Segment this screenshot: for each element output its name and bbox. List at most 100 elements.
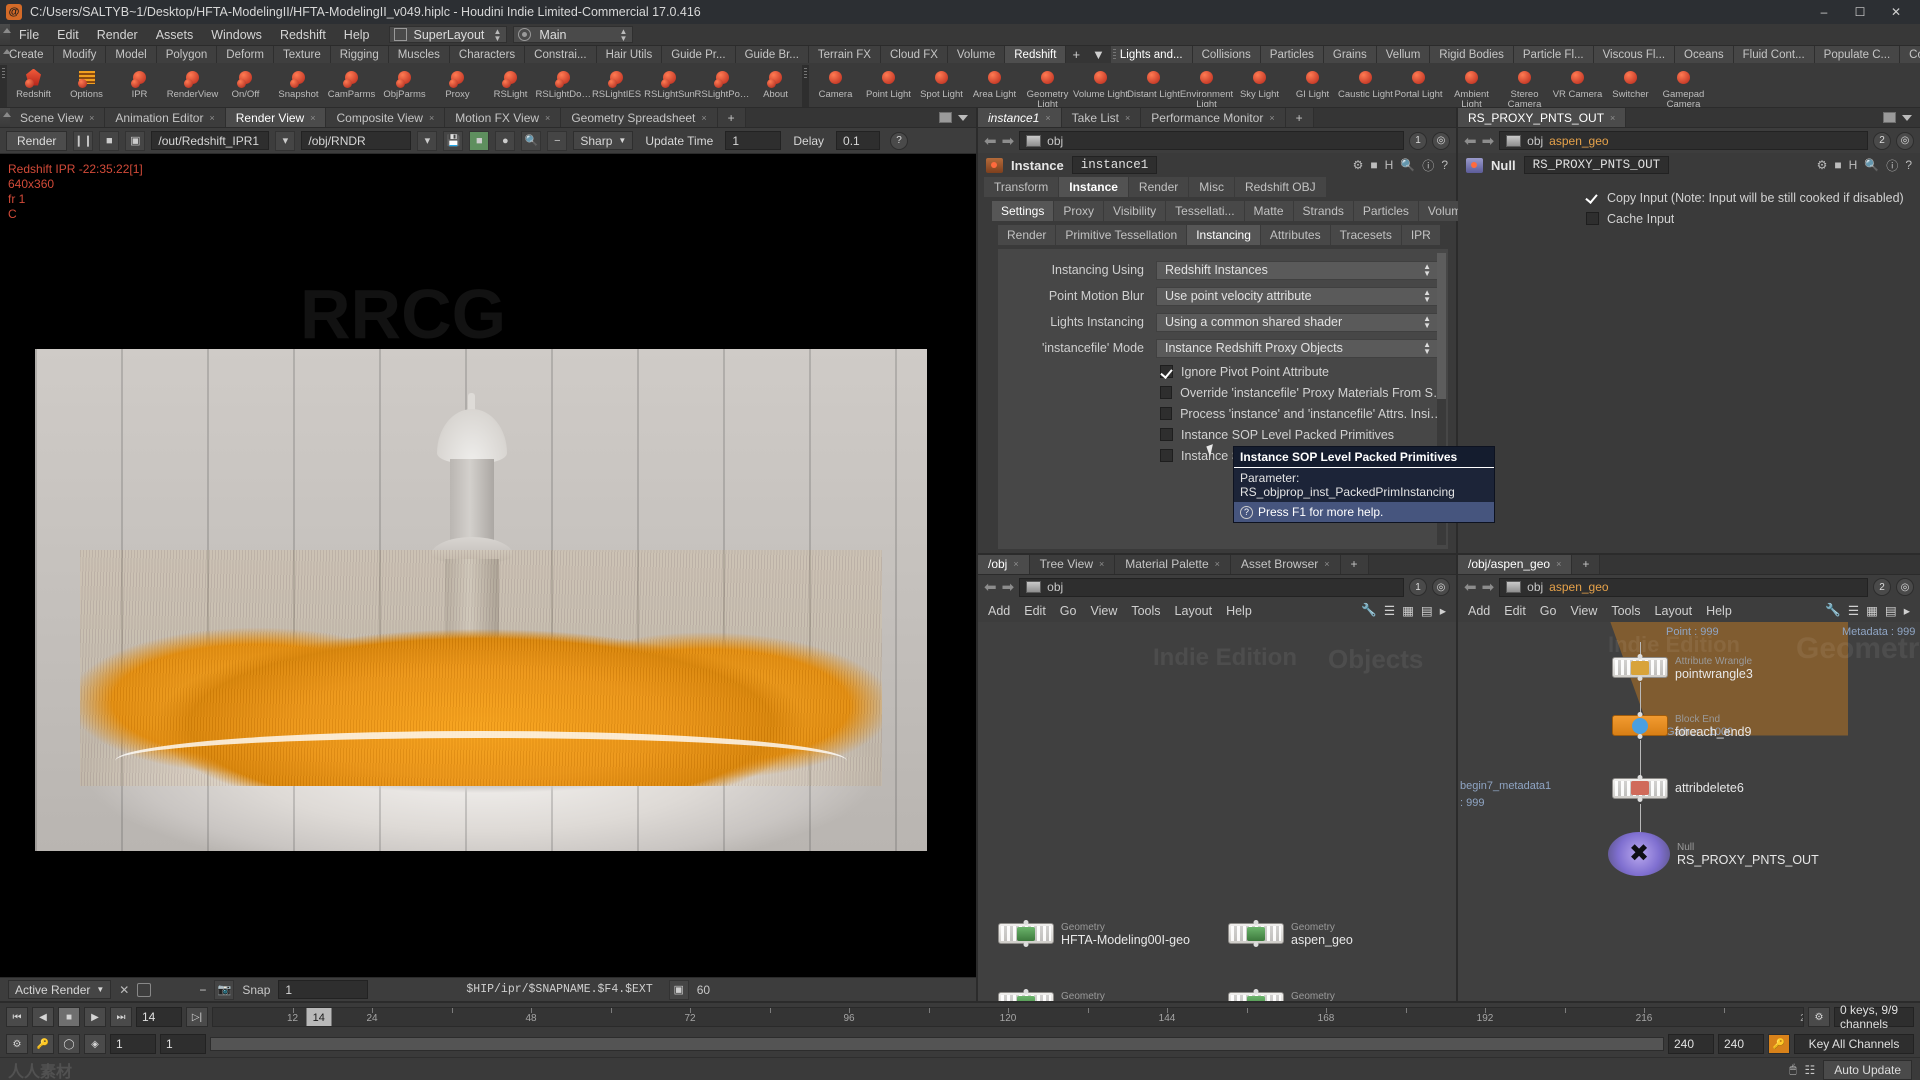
parm-subtab-proxy[interactable]: Proxy (1054, 201, 1103, 221)
menu-item-help[interactable]: Help (335, 24, 379, 45)
shelf-add-button[interactable]: + (1066, 46, 1086, 63)
render-view-tab-composite-view[interactable]: Composite View× (326, 108, 445, 127)
timeline-options-icon[interactable]: ⚙ (1808, 1007, 1830, 1027)
parm-subtab-particles[interactable]: Particles (1354, 201, 1418, 221)
proxy-pin-index[interactable]: 2 (1873, 132, 1891, 150)
parameter-chevron-icon[interactable]: ▲▼ (1423, 289, 1431, 303)
shelf-tools-grip[interactable] (0, 65, 7, 107)
proxy-hide-icon[interactable]: ■ (1834, 158, 1841, 172)
shelf-tab-populate-c[interactable]: Populate C... (1815, 46, 1900, 63)
range-end2-field[interactable]: 240 (1718, 1034, 1764, 1054)
parameter-dropdown[interactable]: Instance Redshift Proxy Objects▲▼ (1156, 339, 1440, 358)
parameter-dropdown[interactable]: Using a common shared shader▲▼ (1156, 313, 1440, 332)
obj-network-add-tab[interactable]: + (1341, 555, 1369, 574)
scope-channels-icon[interactable]: ◯ (58, 1034, 80, 1054)
hide-icon[interactable]: ■ (1370, 158, 1377, 172)
parameter-dropdown[interactable]: Use point velocity attribute▲▼ (1156, 287, 1440, 306)
node-box[interactable] (1228, 923, 1284, 944)
menu-item-edit[interactable]: Edit (48, 24, 88, 45)
layout-chevron-icon[interactable]: ▲▼ (492, 28, 502, 42)
shelf-tool-sky-light[interactable]: Sky Light (1233, 65, 1286, 107)
shelf-tab-constrai[interactable]: Constrai... (525, 46, 596, 63)
render-view-tab-geometry-spreadsheet[interactable]: Geometry Spreadsheet× (561, 108, 717, 127)
shelf-tool-spot-light[interactable]: Spot Light (915, 65, 968, 107)
proxy-option-row[interactable]: Copy Input (Note: Input will be still co… (1458, 187, 1920, 208)
render-view-tab-motion-fx-view[interactable]: Motion FX View× (445, 108, 561, 127)
tab-close-icon[interactable]: × (209, 113, 214, 123)
node-attribdelete6[interactable]: attribdelete6 (1612, 778, 1744, 799)
render-view-tab-animation-editor[interactable]: Animation Editor× (105, 108, 225, 127)
shelf-tab-lights-and[interactable]: Lights and... (1111, 46, 1193, 63)
proxy-option-row[interactable]: Cache Input (1458, 208, 1920, 229)
node-rs-proxy-pnts-out[interactable]: ✖ Null RS_PROXY_PNTS_OUT (1608, 832, 1819, 876)
menu-item-file[interactable]: File (10, 24, 48, 45)
obj-node-backdrop-geo[interactable]: Geometrybackdrop_geo (998, 991, 1140, 1002)
obj-back-arrow-icon[interactable]: ⬅ (984, 578, 997, 596)
shelf-tab-viscous-fl[interactable]: Viscous Fl... (1594, 46, 1675, 63)
shelf-tab-deform[interactable]: Deform (217, 46, 274, 63)
camera-path-field[interactable]: /obj/RNDR (301, 131, 411, 150)
zoom-in-icon[interactable]: 🔍 (521, 131, 541, 151)
render-view-tab-render-view[interactable]: Render View× (226, 108, 327, 127)
tab-close-icon[interactable]: × (701, 113, 706, 123)
parameter-pin-icon[interactable]: ◎ (1432, 132, 1450, 150)
sop-menu-help[interactable]: Help (1706, 604, 1732, 618)
pointwrangle3-box[interactable] (1612, 657, 1668, 678)
sop-back-arrow-icon[interactable]: ⬅ (1464, 578, 1477, 596)
node-pointwrangle3[interactable]: Attribute Wrangle pointwrangle3 (1612, 656, 1753, 680)
render-view-menu-chevron-icon[interactable] (958, 115, 968, 121)
current-frame-field[interactable]: 14 (136, 1007, 182, 1027)
obj-wrench-icon[interactable]: 🔧 (1361, 603, 1377, 618)
shelf-tool-renderview[interactable]: RenderView (166, 65, 219, 100)
tab-close-icon[interactable]: × (1324, 559, 1329, 569)
keyframe-icon[interactable]: ◈ (84, 1034, 106, 1054)
pause-render-icon[interactable]: ❙❙ (73, 131, 93, 151)
proxy-forward-arrow-icon[interactable]: ➡ (1482, 132, 1495, 150)
parameter-checkbox-row[interactable]: Instance SOP Level Packed Primitives (998, 424, 1448, 445)
parameter-checkbox-row[interactable]: Ignore Pivot Point Attribute (998, 361, 1448, 382)
snap-minus-icon[interactable]: − (199, 983, 206, 997)
obj-menu-tools[interactable]: Tools (1131, 604, 1160, 618)
parameter-dropdown[interactable]: Redshift Instances▲▼ (1156, 261, 1440, 280)
render-canvas[interactable]: Redshift IPR -22:35:22[1] 640x360 fr 1 C… (0, 154, 976, 977)
parm-tab-misc[interactable]: Misc (1189, 177, 1234, 197)
tab-close-icon[interactable]: × (1013, 559, 1018, 569)
layout-selector[interactable]: SuperLayout ▲▼ (389, 26, 508, 43)
gear-icon[interactable]: ⚙ (1353, 158, 1364, 172)
proxy-tab[interactable]: RS_PROXY_PNTS_OUT × (1458, 108, 1626, 127)
shelf-tool-gi-light[interactable]: GI Light (1286, 65, 1339, 107)
render-view-grip[interactable] (0, 108, 10, 127)
parameter-chevron-icon[interactable]: ▲▼ (1423, 341, 1431, 355)
sop-menu-tools[interactable]: Tools (1611, 604, 1640, 618)
shelf-tab-guide-pr[interactable]: Guide Pr... (662, 46, 735, 63)
shelf-tab-modify[interactable]: Modify (54, 46, 107, 63)
shelf-tool-rslightportal[interactable]: RSLightPortal (696, 65, 749, 100)
step-back-button[interactable]: ◀ (32, 1007, 54, 1027)
shelf-tool-portal-light[interactable]: Portal Light (1392, 65, 1445, 107)
shelf-tab-particles[interactable]: Particles (1261, 46, 1324, 63)
sop-path-field[interactable]: obj aspen_geo (1499, 578, 1868, 597)
play-button[interactable]: ▶ (84, 1007, 106, 1027)
sop-tab-close-icon[interactable]: × (1556, 559, 1561, 569)
sop-menu-edit[interactable]: Edit (1504, 604, 1526, 618)
frame-range-slider[interactable] (210, 1037, 1664, 1051)
proxy-maximize-icon[interactable] (1883, 112, 1896, 123)
frame-stepper-button[interactable]: ▷| (186, 1007, 208, 1027)
info-icon[interactable]: ⓘ (1422, 157, 1434, 174)
parm-subtab-strands[interactable]: Strands (1294, 201, 1353, 221)
render-view-tab-scene-view[interactable]: Scene View× (10, 108, 105, 127)
save-image-icon[interactable]: 💾 (443, 131, 463, 151)
checkbox-icon[interactable] (1160, 449, 1173, 462)
shelf-tool-snapshot[interactable]: Snapshot (272, 65, 325, 100)
sop-grid-view-icon[interactable]: ▦ (1866, 603, 1878, 618)
tab-close-icon[interactable]: × (545, 113, 550, 123)
rop-chooser-icon[interactable]: ▾ (275, 131, 295, 151)
bookmark-icon[interactable]: H (1385, 158, 1394, 172)
obj-menu-view[interactable]: View (1090, 604, 1117, 618)
shelf-tab-volume[interactable]: Volume (948, 46, 1005, 63)
proxy-node-name[interactable]: RS_PROXY_PNTS_OUT (1524, 156, 1670, 174)
range-end-field[interactable]: 240 (1668, 1034, 1714, 1054)
camera-chooser-icon[interactable]: ▾ (417, 131, 437, 151)
shelf-tool-gamepad-camera[interactable]: Gamepad Camera (1657, 65, 1710, 107)
proxy-menu-chevron-icon[interactable] (1902, 115, 1912, 121)
